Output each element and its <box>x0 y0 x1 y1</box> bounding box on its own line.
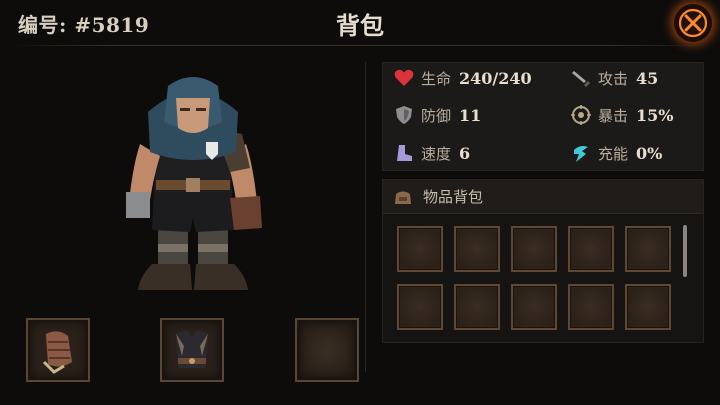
close-icon <box>678 8 708 38</box>
inventory-cell[interactable] <box>454 284 500 330</box>
stat-speed: 速度 6 <box>393 141 470 165</box>
stat-value: 11 <box>459 105 482 125</box>
backpack-header: 物品背包 <box>383 180 703 214</box>
stat-label: 暴击 <box>598 106 629 125</box>
inventory-cell[interactable] <box>568 284 614 330</box>
armor-vest-icon <box>176 330 208 368</box>
page-title: 背包 <box>336 11 384 40</box>
header-bar: 编号: #5819 背包 <box>0 0 720 46</box>
inventory-cell[interactable] <box>625 284 671 330</box>
equip-slot-empty[interactable] <box>295 318 359 382</box>
inventory-cell[interactable] <box>397 284 443 330</box>
equip-slot-glove[interactable] <box>26 318 90 382</box>
character-portrait <box>126 77 262 290</box>
inventory-cell[interactable] <box>568 226 614 272</box>
inventory-cell[interactable] <box>454 226 500 272</box>
shield-icon <box>396 106 412 124</box>
stat-energy: 充能 0% <box>570 141 662 165</box>
header-divider <box>8 45 712 46</box>
sword-icon <box>572 71 590 87</box>
stat-label: 防御 <box>421 106 452 125</box>
stat-health: 生命 240/240 <box>393 66 532 90</box>
leather-glove-icon <box>42 331 72 374</box>
boot-icon <box>397 145 412 161</box>
stat-value: 240/240 <box>459 68 532 88</box>
stat-crit: 暴击 15% <box>570 103 673 127</box>
stat-label: 充能 <box>598 144 629 163</box>
stat-value: 6 <box>459 143 471 163</box>
inventory-scrollbar[interactable] <box>683 225 687 277</box>
heart-icon <box>394 69 414 86</box>
backpack-title: 物品背包 <box>423 188 484 206</box>
crit-icon <box>571 105 591 125</box>
stat-defense: 防御 11 <box>393 103 481 127</box>
stats-panel: 生命 240/240 攻击 45 防御 11 暴击 15% 速度 6 充能 0% <box>382 62 704 171</box>
bag-icon <box>395 191 411 204</box>
inventory-cell[interactable] <box>511 226 557 272</box>
stat-label: 生命 <box>421 69 452 88</box>
stat-value: 0% <box>636 143 663 163</box>
stat-value: 45 <box>636 68 659 88</box>
close-button[interactable] <box>674 4 712 42</box>
stat-label: 速度 <box>421 144 452 163</box>
stat-value: 15% <box>636 105 674 125</box>
panel-divider <box>365 62 366 372</box>
stat-attack: 攻击 45 <box>570 66 658 90</box>
stat-label: 攻击 <box>598 69 629 88</box>
energy-icon <box>574 146 588 162</box>
equip-slot-armor[interactable] <box>160 318 224 382</box>
inventory-cell[interactable] <box>511 284 557 330</box>
inventory-cell[interactable] <box>397 226 443 272</box>
inventory-cell[interactable] <box>625 226 671 272</box>
backpack-panel: 物品背包 <box>382 179 704 343</box>
